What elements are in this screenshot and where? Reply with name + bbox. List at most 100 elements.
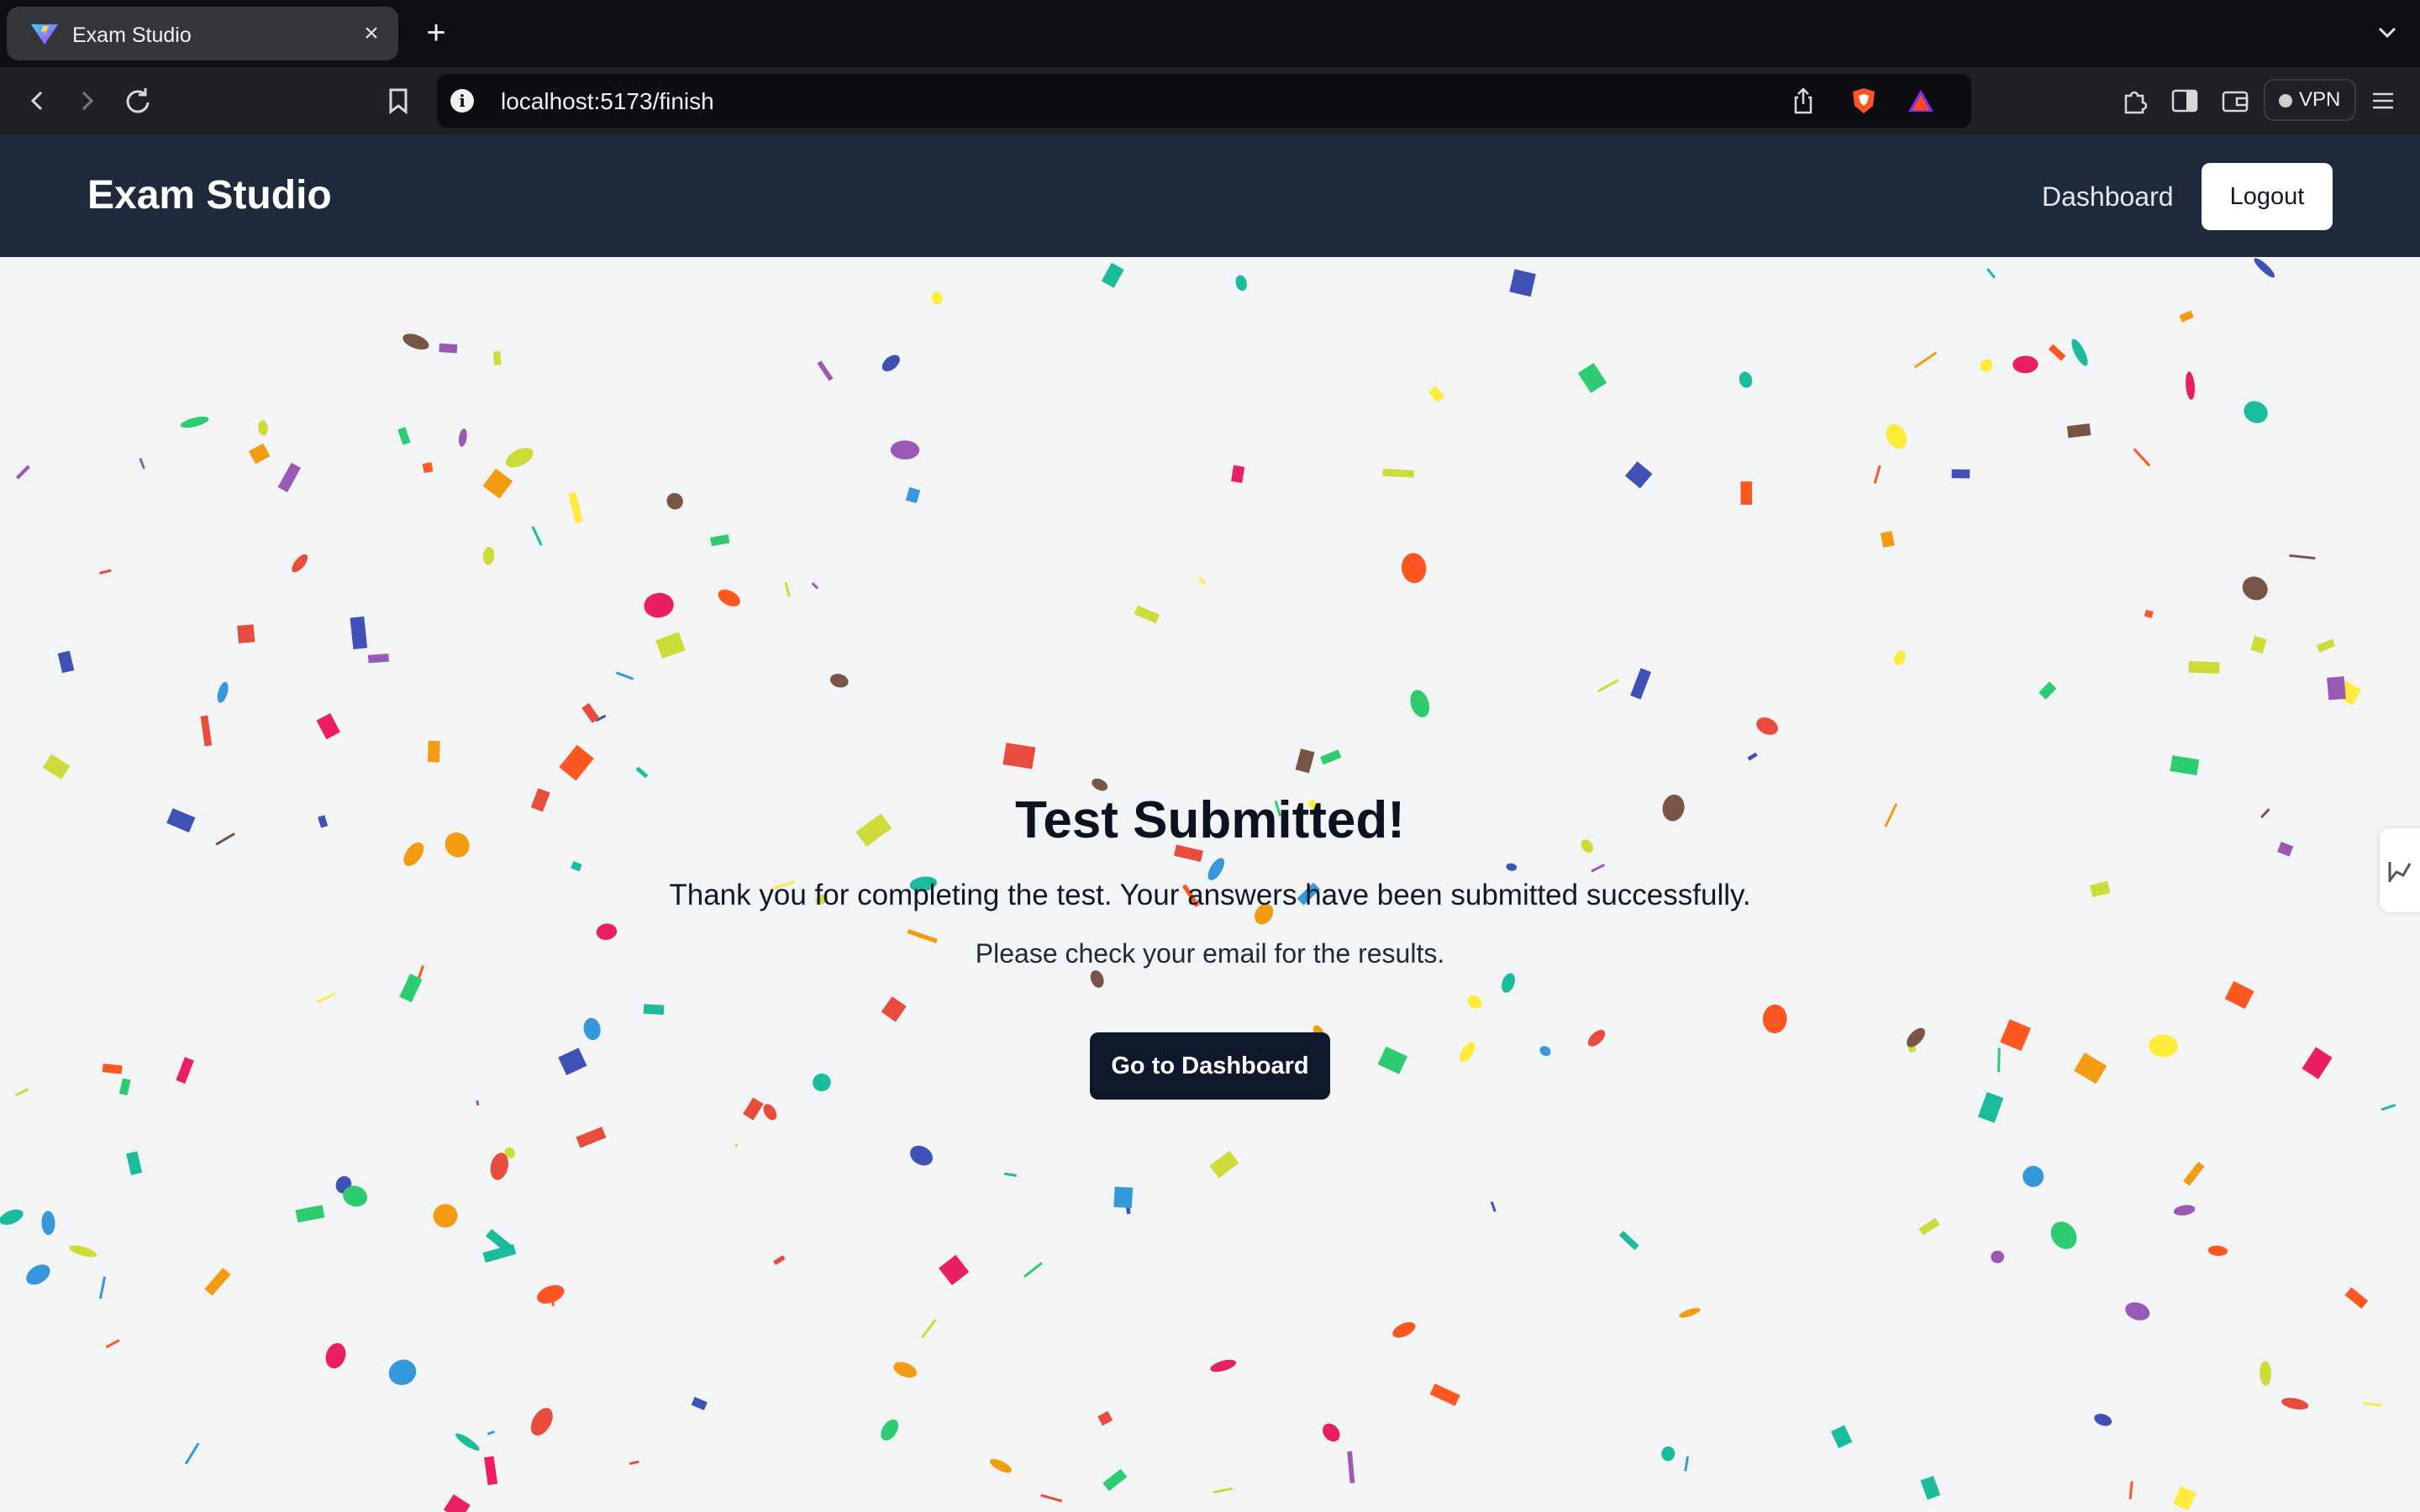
- confetti-piece: [811, 582, 819, 590]
- vpn-button[interactable]: VPN: [2264, 79, 2356, 121]
- confetti-piece: [1401, 553, 1427, 584]
- logout-button[interactable]: Logout: [2202, 163, 2333, 230]
- nav-link-dashboard[interactable]: Dashboard: [2042, 180, 2174, 213]
- confetti-piece: [1134, 605, 1160, 624]
- confetti-piece: [1002, 743, 1036, 769]
- confetti-piece: [2183, 1161, 2205, 1186]
- confetti-piece: [439, 343, 458, 354]
- confetti-piece: [2125, 1302, 2150, 1320]
- confetti-piece: [1428, 386, 1445, 402]
- confetti-piece: [2363, 1401, 2382, 1407]
- brave-rewards-icon[interactable]: [1906, 86, 1936, 116]
- plus-icon[interactable]: +: [418, 15, 454, 50]
- confetti-piece: [2281, 1398, 2309, 1410]
- url-text[interactable]: localhost:5173/finish: [501, 89, 714, 114]
- reload-icon[interactable]: [119, 82, 156, 119]
- side-panel-handle[interactable]: [2380, 828, 2420, 912]
- wallet-icon[interactable]: [2218, 84, 2252, 118]
- sidebar-icon[interactable]: [2168, 84, 2202, 118]
- confetti-piece: [2277, 842, 2294, 857]
- confetti-piece: [2381, 1103, 2396, 1111]
- confetti-piece: [1023, 1262, 1043, 1278]
- confetti-piece: [41, 1210, 55, 1236]
- confetti-piece: [397, 427, 411, 445]
- vite-icon: [31, 24, 58, 45]
- confetti-piece: [1040, 1494, 1063, 1503]
- confetti-piece: [893, 1362, 918, 1378]
- browser-tab-bar: Exam Studio × +: [0, 0, 2420, 67]
- confetti-piece: [2179, 310, 2194, 323]
- confetti-piece: [1197, 575, 1206, 585]
- confetti-piece: [1210, 1359, 1236, 1373]
- confetti-piece: [1951, 469, 1970, 479]
- confetti-piece: [458, 428, 467, 447]
- confetti-piece: [2048, 344, 2066, 361]
- confetti-piece: [2224, 980, 2254, 1010]
- confetti-piece: [505, 448, 534, 468]
- confetti-piece: [629, 1460, 639, 1466]
- confetti-piece: [1756, 717, 1778, 735]
- confetti-piece: [403, 842, 424, 866]
- confetti-piece: [1382, 469, 1414, 478]
- chart-icon: [2388, 862, 2412, 882]
- confetti-piece: [1630, 668, 1652, 700]
- confetti-piece: [166, 808, 196, 833]
- confetti-piece: [1347, 1451, 1355, 1483]
- confetti-piece: [1894, 650, 1906, 666]
- confetti-piece: [482, 546, 495, 565]
- confetti-piece: [248, 443, 271, 465]
- confetti-piece: [1920, 1475, 1941, 1500]
- bookmark-icon[interactable]: [380, 82, 417, 119]
- browser-tab[interactable]: Exam Studio ×: [7, 7, 398, 60]
- confetti-piece: [367, 654, 389, 664]
- chevron-down-icon[interactable]: [2370, 15, 2405, 50]
- confetti-piece: [15, 465, 30, 480]
- app-logo[interactable]: Exam Studio: [87, 171, 332, 220]
- confetti-piece: [2074, 1053, 2107, 1084]
- confetti-piece: [1235, 275, 1247, 291]
- confetti-piece: [989, 1458, 1012, 1473]
- menu-icon[interactable]: [2366, 84, 2400, 118]
- confetti-piece: [2244, 401, 2268, 423]
- confetti-piece: [176, 1057, 194, 1084]
- brave-shields-icon[interactable]: [1849, 86, 1879, 116]
- extensions-icon[interactable]: [2118, 84, 2151, 118]
- vpn-label: VPN: [2299, 88, 2341, 111]
- tab-title: Exam Studio: [72, 24, 192, 47]
- confetti-piece: [1986, 267, 1996, 279]
- confetti-piece: [1661, 1446, 1676, 1462]
- confetti-piece: [99, 569, 112, 575]
- confetti-piece: [482, 468, 513, 499]
- back-icon[interactable]: [18, 82, 55, 119]
- confetti-piece: [910, 1145, 933, 1166]
- confetti-piece: [2250, 635, 2267, 654]
- site-info-icon[interactable]: i: [450, 89, 474, 113]
- confetti-piece: [1231, 465, 1245, 483]
- confetti-piece: [1097, 1410, 1113, 1426]
- forward-icon[interactable]: [69, 82, 106, 119]
- share-icon[interactable]: [1788, 86, 1818, 116]
- go-to-dashboard-button[interactable]: Go to Dashboard: [1090, 1032, 1330, 1100]
- confetti-piece: [2344, 1287, 2369, 1309]
- confetti-piece: [1679, 1308, 1701, 1318]
- confetti-piece: [2173, 1486, 2196, 1511]
- confetti-piece: [14, 1088, 29, 1097]
- submission-card: Test Submitted! Thank you for completing…: [538, 790, 1882, 1126]
- confetti-piece: [2012, 355, 2039, 374]
- confetti-piece: [1429, 1383, 1460, 1406]
- confetti-piece: [921, 1319, 937, 1339]
- confetti-piece: [350, 616, 368, 649]
- address-bar[interactable]: i localhost:5173/finish: [437, 74, 1971, 128]
- confetti-piece: [1102, 1468, 1128, 1492]
- page-title: Test Submitted!: [1015, 791, 1405, 849]
- confetti-piece: [1991, 1250, 2005, 1263]
- confetti-piece: [98, 1276, 107, 1299]
- confetti-piece: [2289, 554, 2316, 560]
- confetti-piece: [1490, 1201, 1497, 1212]
- confetti-piece: [292, 554, 308, 573]
- app-header: Exam Studio Dashboard Logout: [0, 134, 2420, 257]
- confetti-piece: [1739, 371, 1753, 388]
- confetti-piece: [710, 534, 730, 547]
- close-icon[interactable]: ×: [356, 18, 387, 49]
- confetti-piece: [2260, 808, 2270, 819]
